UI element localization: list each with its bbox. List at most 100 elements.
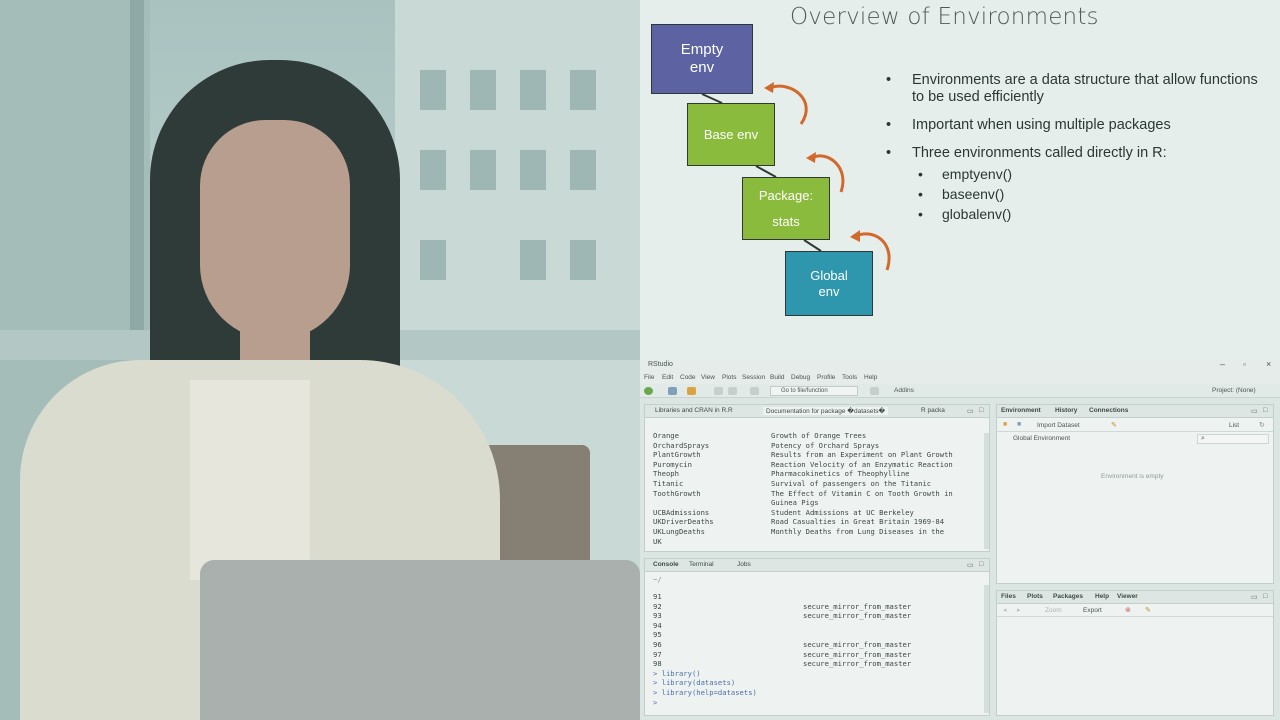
menu-file[interactable]: File xyxy=(644,374,654,381)
remove-plot-icon[interactable]: ⊗ xyxy=(1125,606,1131,614)
tab-environment[interactable]: Environment xyxy=(1001,407,1041,414)
source-scrollbar[interactable] xyxy=(984,433,989,549)
console-path: ~/ xyxy=(653,575,662,584)
menu-session[interactable]: Session xyxy=(742,374,765,381)
sub-bullet-item: • globalenv() xyxy=(918,206,1012,222)
tab-jobs[interactable]: Jobs xyxy=(737,561,751,568)
import-dataset-button[interactable]: Import Dataset xyxy=(1037,422,1080,429)
tab-r-packages[interactable]: R packa xyxy=(921,407,945,414)
console-line-text: secure_mirror_from_master xyxy=(803,611,912,621)
dataset-description: Potency of Orchard Sprays xyxy=(771,440,880,450)
video-frame: Overview of Environments Empty env Base e… xyxy=(0,0,1280,720)
dataset-name[interactable]: PlantGrowth xyxy=(653,450,701,459)
console-line-text: secure_mirror_from_master xyxy=(803,659,912,669)
save-icon[interactable] xyxy=(714,387,723,395)
maximize-pane-icon[interactable]: □ xyxy=(1263,593,1267,600)
refresh-icon[interactable]: ↻ xyxy=(1259,421,1265,429)
global-environment-dropdown[interactable]: Global Environment xyxy=(1013,435,1070,442)
bullet-item: • Important when using multiple packages xyxy=(886,117,1171,133)
main-toolbar: Go to file/function Addins Project: (Non… xyxy=(640,384,1280,398)
dataset-description: Monthly Deaths from Lung Diseases in the xyxy=(771,527,945,536)
tab-terminal[interactable]: Terminal xyxy=(689,561,714,568)
environment-tabbar: Environment History Connections ▭ □ xyxy=(997,405,1273,418)
export-button[interactable]: Export xyxy=(1083,607,1102,614)
tab-datasets-doc[interactable]: Documentation for package �datasets� xyxy=(763,407,889,415)
new-project-icon[interactable] xyxy=(668,387,677,395)
dataset-name[interactable]: Orange xyxy=(653,431,679,440)
tab-connections[interactable]: Connections xyxy=(1089,407,1128,414)
console-line-number: 96 xyxy=(653,640,662,649)
environment-search-input[interactable]: ⌕ xyxy=(1197,434,1269,444)
minimize-pane-icon[interactable]: ▭ xyxy=(1251,593,1258,601)
forward-arrow-icon[interactable]: ▸ xyxy=(1017,606,1021,614)
maximize-icon[interactable]: ▫ xyxy=(1243,360,1246,369)
menu-tools[interactable]: Tools xyxy=(842,374,857,381)
bullet-item: • Three environments called directly in R… xyxy=(886,145,1167,161)
slide: Overview of Environments Empty env Base e… xyxy=(640,0,1280,358)
dataset-description: Growth of Orange Trees xyxy=(771,431,867,440)
tab-packages[interactable]: Packages xyxy=(1053,593,1083,600)
minimize-pane-icon[interactable]: ▭ xyxy=(967,561,974,569)
dataset-name[interactable]: UKDriverDeaths xyxy=(653,517,714,526)
console-line: 92 secure_mirror_from_master xyxy=(653,602,911,611)
tab-viewer[interactable]: Viewer xyxy=(1117,593,1138,600)
maximize-pane-icon[interactable]: □ xyxy=(1263,407,1267,414)
go-to-file-input[interactable]: Go to file/function xyxy=(770,386,858,396)
base-env-label: Base env xyxy=(703,127,759,142)
list-view-button[interactable]: List xyxy=(1229,422,1239,429)
console-line-number: 97 xyxy=(653,649,662,659)
minimize-icon[interactable]: – xyxy=(1220,359,1225,369)
dataset-description: Pharmacokinetics of Theophylline xyxy=(771,469,910,479)
new-file-icon[interactable] xyxy=(644,387,653,395)
print-icon[interactable] xyxy=(750,387,759,395)
dataset-name[interactable]: UCBAdmissions xyxy=(653,508,709,517)
menu-view[interactable]: View xyxy=(701,374,715,381)
console-line-number: 95 xyxy=(653,630,662,640)
menu-help[interactable]: Help xyxy=(864,374,877,381)
save-all-icon[interactable] xyxy=(728,387,737,395)
zoom-button[interactable]: Zoom xyxy=(1045,607,1062,614)
broom-icon[interactable]: ✎ xyxy=(1111,421,1117,429)
files-tabbar: Files Plots Packages Help Viewer ▭ □ xyxy=(997,591,1273,604)
environment-empty-text: Environment is empty xyxy=(1101,473,1164,480)
dataset-name[interactable]: Titanic xyxy=(653,479,683,488)
menu-edit[interactable]: Edit xyxy=(662,374,673,381)
tab-console[interactable]: Console xyxy=(653,561,679,568)
load-workspace-icon[interactable]: ■ xyxy=(1003,421,1007,428)
tab-history[interactable]: History xyxy=(1055,407,1077,414)
menu-profile[interactable]: Profile xyxy=(817,374,835,381)
close-icon[interactable]: × xyxy=(1266,359,1271,369)
tab-help[interactable]: Help xyxy=(1095,593,1109,600)
environment-pane: Environment History Connections ▭ □ ■ ■ … xyxy=(996,404,1274,584)
tab-libraries-and-cran[interactable]: Libraries and CRAN in R.R xyxy=(655,407,733,414)
tab-plots[interactable]: Plots xyxy=(1027,593,1043,600)
grid-layout-icon[interactable] xyxy=(870,387,879,395)
project-menu[interactable]: Project: (None) xyxy=(1212,387,1256,394)
menu-code[interactable]: Code xyxy=(680,374,696,381)
minimize-pane-icon[interactable]: ▭ xyxy=(1251,407,1258,415)
console-line: 91 xyxy=(653,592,662,601)
open-file-icon[interactable] xyxy=(687,387,696,395)
addins-menu[interactable]: Addins xyxy=(894,387,914,394)
broom-icon[interactable]: ✎ xyxy=(1145,606,1151,614)
menu-debug[interactable]: Debug xyxy=(791,374,810,381)
dataset-description: The Effect of Vitamin C on Tooth Growth … xyxy=(771,488,953,498)
dataset-name[interactable]: OrchardSprays xyxy=(653,441,709,450)
back-arrow-icon[interactable]: ◂ xyxy=(1003,606,1007,614)
maximize-pane-icon[interactable]: □ xyxy=(979,407,983,414)
maximize-pane-icon[interactable]: □ xyxy=(979,561,983,568)
minimize-pane-icon[interactable]: ▭ xyxy=(967,407,974,415)
bullet-list: • Environments are a data structure that … xyxy=(886,72,1266,226)
search-icon: ⌕ xyxy=(1201,435,1205,442)
tab-files[interactable]: Files xyxy=(1001,593,1016,600)
save-workspace-icon[interactable]: ■ xyxy=(1017,421,1021,428)
dataset-name[interactable]: UKLungDeaths xyxy=(653,527,705,536)
console-scrollbar[interactable] xyxy=(984,585,989,713)
console-command: > library(datasets) xyxy=(653,678,736,688)
dataset-name[interactable]: ToothGrowth xyxy=(653,489,701,498)
menu-plots[interactable]: Plots xyxy=(722,374,736,381)
dataset-name[interactable]: Theoph xyxy=(653,469,679,478)
menu-build[interactable]: Build xyxy=(770,374,784,381)
dataset-name[interactable]: Puromycin xyxy=(653,460,692,469)
dataset-name[interactable]: UK xyxy=(653,537,662,546)
